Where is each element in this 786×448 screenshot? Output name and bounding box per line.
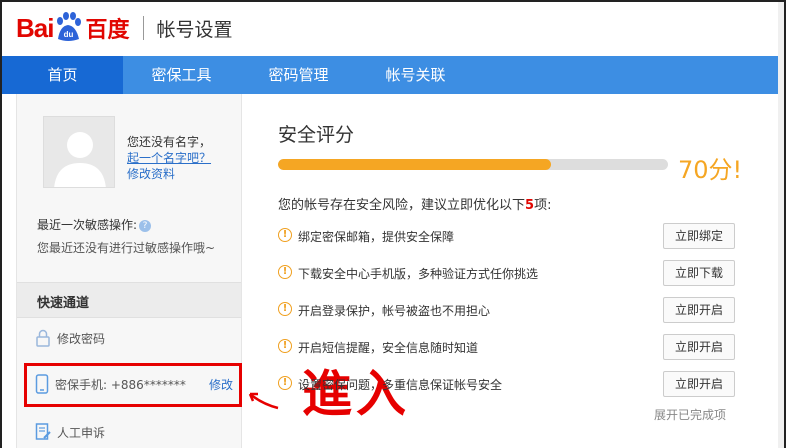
- list-item: ! 设置密保问题，多重信息保证帐号安全 立即开启: [278, 370, 778, 407]
- highlight-box: [24, 363, 242, 407]
- scrollbar[interactable]: [778, 2, 784, 448]
- warning-icon: !: [278, 302, 292, 316]
- enable-login-protection-button[interactable]: 立即开启: [663, 297, 735, 323]
- risk-count: 5: [525, 198, 535, 213]
- score-progress-fill: [278, 159, 551, 170]
- warning-icon: !: [278, 339, 292, 353]
- nav-password-management[interactable]: 密码管理: [240, 56, 357, 94]
- recommendation-text: 绑定密保邮箱，提供安全保障: [298, 230, 455, 244]
- recommendation-text: 下载安全中心手机版，多种验证方式任你挑选: [298, 267, 539, 281]
- manual-appeal-link[interactable]: 人工申诉: [35, 420, 105, 444]
- list-item: ! 下载安全中心手机版，多种验证方式任你挑选 立即下载: [278, 259, 778, 296]
- recommendation-list: ! 绑定密保邮箱，提供安全保障 立即绑定 ! 下载安全中心手机版，多种验证方式任…: [278, 222, 778, 407]
- sensitive-op-label: 最近一次敏感操作:: [37, 218, 138, 232]
- change-password-label: 修改密码: [57, 331, 106, 346]
- list-item: ! 绑定密保邮箱，提供安全保障 立即绑定: [278, 222, 778, 259]
- browser-frame: Bai du 百度 帐号设置 首页 密保工具 密码管理 帐号关联 您还没有名字，…: [0, 0, 786, 448]
- download-app-button[interactable]: 立即下载: [663, 260, 735, 286]
- nav-security-tools[interactable]: 密保工具: [123, 56, 240, 94]
- logo-bai: Bai: [16, 12, 54, 43]
- recommendation-text: 设置密保问题，多重信息保证帐号安全: [298, 378, 503, 392]
- change-password-link[interactable]: 修改密码: [35, 326, 105, 350]
- score-progress-bar: [278, 159, 668, 170]
- lock-icon: [36, 329, 50, 347]
- security-score-title: 安全评分: [278, 124, 355, 146]
- list-item: ! 开启短信提醒，安全信息随时知道 立即开启: [278, 333, 778, 370]
- user-silhouette-icon: [44, 117, 114, 187]
- header: Bai du 百度 帐号设置: [2, 2, 784, 56]
- warning-icon: !: [278, 228, 292, 242]
- logo-du: du: [64, 30, 74, 39]
- sensitive-op-title: 最近一次敏感操作:?: [37, 216, 152, 233]
- nav-account-linking[interactable]: 帐号关联: [357, 56, 474, 94]
- enable-sms-alert-button[interactable]: 立即开启: [663, 334, 735, 360]
- sensitive-op-text: 您最近还没有进行过敏感操作哦~: [37, 241, 216, 255]
- name-prompt: 您还没有名字，: [127, 135, 212, 149]
- score-value: 70分!: [678, 156, 743, 184]
- risk-message: 您的帐号存在安全风险，建议立即优化以下5项:: [278, 194, 551, 213]
- recommendation-text: 开启短信提醒，安全信息随时知道: [298, 341, 479, 355]
- quick-access-header: 快速通道: [17, 282, 241, 318]
- main-nav: 首页 密保工具 密码管理 帐号关联: [2, 56, 784, 94]
- edit-profile-link[interactable]: 修改资料: [127, 166, 211, 182]
- set-name-link[interactable]: 起一个名字吧？: [127, 150, 211, 166]
- bind-email-button[interactable]: 立即绑定: [663, 223, 735, 249]
- help-icon[interactable]: ?: [139, 220, 152, 232]
- risk-suffix: 项:: [534, 198, 552, 213]
- quick-access-title: 快速通道: [37, 296, 90, 311]
- recommendation-text: 开启登录保护，帐号被盗也不用担心: [298, 304, 491, 318]
- logo-divider: [143, 16, 145, 40]
- logo-chinese: 百度: [85, 18, 130, 43]
- risk-prefix: 您的帐号存在安全风险，建议立即优化以下: [278, 198, 526, 213]
- expand-completed-link[interactable]: 展开已完成项: [654, 406, 726, 423]
- baidu-logo[interactable]: Bai du 百度 帐号设置: [16, 8, 233, 48]
- document-edit-icon: [35, 423, 51, 440]
- nav-home[interactable]: 首页: [2, 56, 123, 94]
- list-item: ! 开启登录保护，帐号被盗也不用担心 立即开启: [278, 296, 778, 333]
- manual-appeal-label: 人工申诉: [57, 425, 106, 440]
- paw-icon: du: [54, 12, 82, 44]
- main-content: 安全评分 70分! 您的帐号存在安全风险，建议立即优化以下5项: ! 绑定密保邮…: [278, 94, 778, 448]
- warning-icon: !: [278, 376, 292, 390]
- avatar[interactable]: [43, 116, 115, 188]
- warning-icon: !: [278, 265, 292, 279]
- page-title: 帐号设置: [156, 18, 233, 41]
- user-info: 您还没有名字， 起一个名字吧？ 修改资料: [127, 134, 211, 182]
- set-security-question-button[interactable]: 立即开启: [663, 371, 735, 397]
